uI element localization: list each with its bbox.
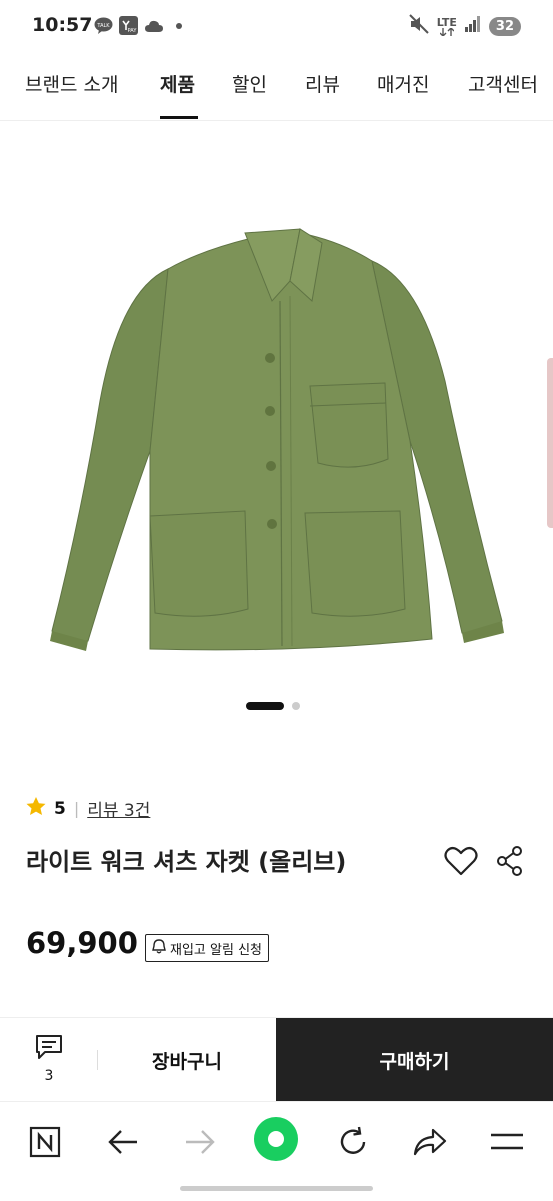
menu-button[interactable] bbox=[484, 1122, 530, 1162]
side-panel-handle[interactable] bbox=[547, 358, 553, 528]
tab-products[interactable]: 제품 bbox=[160, 70, 195, 97]
forward-button[interactable] bbox=[177, 1122, 223, 1162]
status-time: 10:57 bbox=[32, 14, 93, 36]
top-nav: 브랜드 소개 제품 할인 리뷰 매거진 고객센터 bbox=[0, 54, 553, 121]
product-title: 라이트 워크 셔츠 자켓 (올리브) bbox=[26, 848, 347, 876]
green-home-icon bbox=[254, 1117, 298, 1161]
naver-home-button[interactable] bbox=[22, 1122, 68, 1162]
refresh-button[interactable] bbox=[330, 1122, 376, 1162]
review-count: 3 bbox=[44, 1068, 54, 1084]
green-home-button[interactable] bbox=[253, 1116, 299, 1162]
tab-brand-intro[interactable]: 브랜드 소개 bbox=[25, 70, 118, 97]
comment-icon bbox=[35, 1034, 63, 1064]
signal-icon bbox=[464, 16, 481, 36]
home-indicator[interactable] bbox=[180, 1186, 373, 1191]
battery-indicator: 32 bbox=[488, 16, 521, 36]
svg-text:TALK: TALK bbox=[96, 23, 110, 29]
tab-customer-center[interactable]: 고객센터 bbox=[468, 70, 538, 97]
status-left-icons: TALK PAY bbox=[94, 16, 188, 35]
tab-magazine[interactable]: 매거진 bbox=[377, 70, 429, 97]
lte-label: LTE bbox=[436, 15, 457, 29]
bell-icon bbox=[152, 938, 166, 958]
review-button[interactable]: 3 bbox=[28, 1034, 70, 1084]
status-bar: 10:57 TALK PAY LTE 32 bbox=[0, 0, 553, 54]
active-tab-indicator bbox=[160, 116, 198, 119]
share-icon bbox=[497, 846, 522, 876]
buy-button[interactable]: 구매하기 bbox=[276, 1018, 553, 1102]
restock-alert-button[interactable]: 재입고 알림 신청 bbox=[145, 934, 269, 962]
product-image[interactable] bbox=[0, 121, 553, 681]
carousel-dot[interactable] bbox=[292, 702, 300, 710]
rating-separator: | bbox=[73, 799, 80, 818]
refresh-icon bbox=[340, 1126, 366, 1154]
back-arrow-icon bbox=[108, 1130, 137, 1154]
rating-row: 5 | 리뷰 3건 bbox=[26, 796, 150, 821]
pay-icon: PAY bbox=[119, 16, 138, 35]
carousel-dot-active[interactable] bbox=[246, 702, 284, 710]
cart-button[interactable]: 장바구니 bbox=[98, 1018, 276, 1102]
heart-icon bbox=[444, 846, 478, 876]
restock-label: 재입고 알림 신청 bbox=[170, 942, 262, 958]
lte-icon: LTE bbox=[437, 17, 457, 36]
rating-value: 5 bbox=[54, 798, 66, 819]
product-price: 69,900 bbox=[26, 926, 138, 960]
menu-icon bbox=[491, 1133, 523, 1150]
bottom-action-bar: 3 장바구니 구매하기 bbox=[0, 1017, 553, 1102]
forward-arrow-icon bbox=[186, 1130, 215, 1154]
wishlist-button[interactable] bbox=[444, 846, 478, 878]
tab-discount[interactable]: 할인 bbox=[232, 70, 267, 97]
carousel-dots bbox=[246, 702, 300, 710]
star-icon bbox=[26, 797, 46, 820]
talk-icon: TALK bbox=[94, 16, 113, 35]
share-page-button[interactable] bbox=[407, 1122, 453, 1162]
back-button[interactable] bbox=[100, 1122, 146, 1162]
mute-icon bbox=[408, 14, 429, 38]
share-button[interactable] bbox=[496, 846, 526, 878]
review-count-link[interactable]: 리뷰 3건 bbox=[87, 796, 150, 821]
dot-icon bbox=[169, 16, 188, 35]
tab-reviews[interactable]: 리뷰 bbox=[305, 70, 340, 97]
svg-text:PAY: PAY bbox=[128, 28, 138, 34]
share-arrow-icon bbox=[413, 1128, 447, 1156]
status-right: LTE 32 bbox=[408, 14, 521, 38]
cloud-icon bbox=[144, 16, 163, 35]
naver-n-icon bbox=[29, 1126, 61, 1158]
